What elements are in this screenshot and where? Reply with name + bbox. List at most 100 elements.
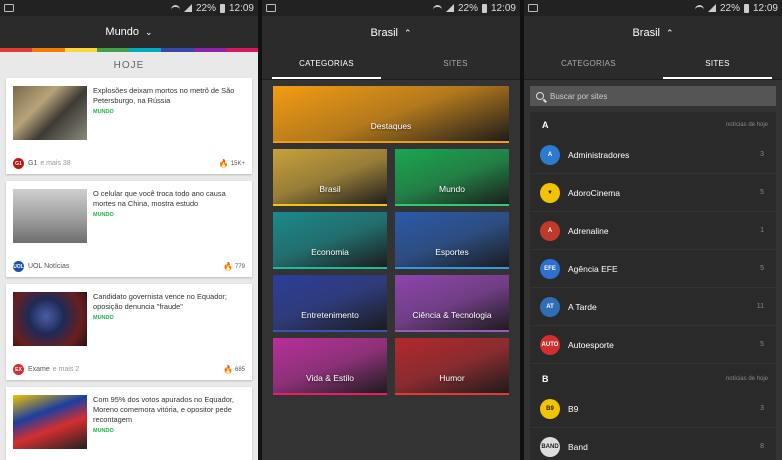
site-name: Administradores xyxy=(568,149,630,160)
tab-categorias[interactable]: CATEGORIAS xyxy=(524,50,653,79)
tile-label: Economia xyxy=(311,247,349,257)
site-name: Agência EFE xyxy=(568,263,618,274)
battery-text: 22% xyxy=(195,2,216,14)
color-segment xyxy=(225,48,258,52)
tile-accent-bar xyxy=(395,393,509,395)
chevron-down-icon: ⌄ xyxy=(145,26,153,37)
news-category: MUNDO xyxy=(93,212,114,218)
status-bar: 22% 12:09 xyxy=(524,0,782,16)
color-segment xyxy=(32,48,65,52)
tile-accent-bar xyxy=(273,204,387,206)
site-count: 5 xyxy=(760,189,764,196)
site-logo-icon: A xyxy=(540,144,560,165)
card-body: Candidato governista vence no Equador; o… xyxy=(13,292,245,348)
card-body: Com 95% dos votos apurados no Equador, M… xyxy=(13,395,245,451)
region-selector[interactable]: Brasil ⌃ xyxy=(262,16,520,50)
category-tile-ci-ncia-tecnologia[interactable]: Ciência & Tecnologia xyxy=(395,275,509,332)
category-tile-destaques[interactable]: Destaques xyxy=(273,86,509,143)
region-title: Mundo xyxy=(105,26,140,38)
wifi-icon xyxy=(694,5,704,11)
tab-bar: CATEGORIAS SITES xyxy=(524,50,782,80)
site-count: 5 xyxy=(760,341,764,348)
region-selector[interactable]: Mundo ⌄ xyxy=(0,16,258,48)
category-tile-vida-estilo[interactable]: Vida & Estilo xyxy=(273,338,387,395)
site-name: Band xyxy=(568,441,588,452)
news-card[interactable]: Candidato governista vence no Equador; o… xyxy=(6,284,252,380)
category-tile-economia[interactable]: Economia xyxy=(273,212,387,269)
battery-icon xyxy=(219,3,225,13)
clock: 12:09 xyxy=(752,2,778,14)
tab-categorias[interactable]: CATEGORIAS xyxy=(262,50,391,79)
news-card[interactable]: Explosões deixam mortos no metrô de São … xyxy=(6,78,252,174)
section-note: notícias de hoje xyxy=(725,376,768,382)
tab-sites[interactable]: SITES xyxy=(391,50,520,79)
site-item[interactable]: EFE Agência EFE 5 xyxy=(530,250,776,288)
site-item[interactable]: A Administradores 3 xyxy=(530,136,776,174)
card-text: Explosões deixam mortos no metrô de São … xyxy=(93,86,245,142)
site-count: 11 xyxy=(756,303,764,310)
chevron-up-icon: ⌃ xyxy=(665,27,674,38)
card-text: Candidato governista vence no Equador; o… xyxy=(93,292,245,348)
category-tile-esportes[interactable]: Esportes xyxy=(395,212,509,269)
site-logo-icon: B9 xyxy=(540,398,560,419)
search-placeholder: Buscar por sites xyxy=(550,91,608,101)
tile-accent-bar xyxy=(395,204,509,206)
tile-label: Brasil xyxy=(319,184,341,194)
region-title: Brasil xyxy=(370,27,398,39)
region-selector[interactable]: Brasil ⌃ xyxy=(524,16,782,50)
news-category: MUNDO xyxy=(93,315,114,321)
tile-label: Ciência & Tecnologia xyxy=(412,310,492,320)
flame-icon: 🔥 xyxy=(223,262,233,271)
tile-accent-bar xyxy=(273,330,387,332)
color-segment xyxy=(64,48,97,52)
tab-bar: CATEGORIAS SITES xyxy=(262,50,520,80)
tile-row: Economia Esportes xyxy=(273,212,509,269)
news-title: O celular que você troca todo ano causa … xyxy=(93,189,226,208)
count-value: 685 xyxy=(234,366,245,373)
news-card[interactable]: O celular que você troca todo ano causa … xyxy=(6,181,252,277)
trending-count: 🔥 15K+ xyxy=(219,159,245,168)
site-name: Adrenaline xyxy=(568,225,609,236)
card-body: O celular que você troca todo ano causa … xyxy=(13,189,245,245)
card-text: Com 95% dos votos apurados no Equador, M… xyxy=(93,395,245,451)
tile-label: Esportes xyxy=(435,247,469,257)
news-thumbnail xyxy=(13,292,87,346)
color-segment xyxy=(96,48,129,52)
tab-sites[interactable]: SITES xyxy=(653,50,782,79)
section-letter: A xyxy=(542,120,549,130)
news-card[interactable]: Com 95% dos votos apurados no Equador, M… xyxy=(6,387,252,460)
category-grid: Destaques Brasil Mundo Economia Esportes Entr… xyxy=(262,80,520,407)
battery-text: 22% xyxy=(719,2,740,14)
site-logo-icon: A xyxy=(540,220,560,241)
count-value: 779 xyxy=(234,263,245,270)
category-tile-humor[interactable]: Humor xyxy=(395,338,509,395)
site-item[interactable]: BAND Band 8 xyxy=(530,428,776,460)
more-sources: e mais 2 xyxy=(52,366,80,373)
wifi-icon xyxy=(170,5,180,11)
news-category: MUNDO xyxy=(93,428,114,434)
site-item[interactable]: AUTO Autoesporte 5 xyxy=(530,326,776,364)
trending-count: 🔥 779 xyxy=(223,262,245,271)
site-item[interactable]: ▼ AdoroCinema 5 xyxy=(530,174,776,212)
card-body: Explosões deixam mortos no metrô de São … xyxy=(13,86,245,142)
search-icon xyxy=(536,92,544,100)
site-item[interactable]: A Adrenaline 1 xyxy=(530,212,776,250)
category-tile-brasil[interactable]: Brasil xyxy=(273,149,387,206)
source-logo-icon: G1 xyxy=(13,158,24,169)
category-tile-mundo[interactable]: Mundo xyxy=(395,149,509,206)
site-item[interactable]: B9 B9 3 xyxy=(530,390,776,428)
gallery-icon xyxy=(4,4,14,12)
search-input[interactable]: Buscar por sites xyxy=(530,86,776,106)
category-tile-entretenimento[interactable]: Entretenimento xyxy=(273,275,387,332)
news-title: Explosões deixam mortos no metrô de São … xyxy=(93,86,235,105)
signal-icon xyxy=(445,4,454,12)
card-footer: EX Exame e mais 2 🔥 685 xyxy=(13,364,245,375)
tile-accent-bar xyxy=(395,267,509,269)
site-count: 3 xyxy=(760,151,764,158)
source-logo-icon: EX xyxy=(13,364,24,375)
tile-label: Entretenimento xyxy=(301,310,359,320)
site-logo-icon: EFE xyxy=(540,258,560,279)
site-item[interactable]: AT A Tarde 11 xyxy=(530,288,776,326)
clock: 12:09 xyxy=(228,2,254,14)
chevron-up-icon: ⌃ xyxy=(403,27,412,38)
